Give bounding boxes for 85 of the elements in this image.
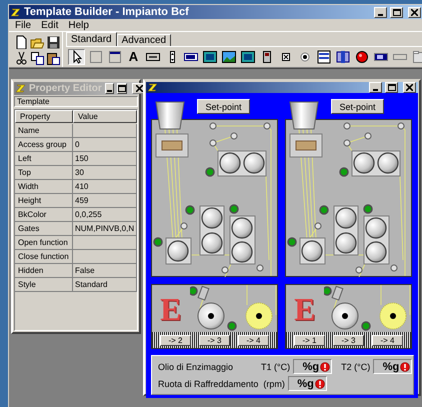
setpoint-button[interactable]: Set-point — [331, 99, 384, 114]
image-icon[interactable] — [239, 49, 256, 65]
alert-icon — [314, 378, 325, 388]
value-cell[interactable] — [73, 236, 137, 250]
property-value[interactable]: 150 — [73, 152, 137, 166]
object-name: Template — [14, 96, 138, 107]
property-name: Gates — [15, 222, 73, 236]
measure-label: Olio di Enzimaggio — [158, 362, 234, 372]
value-text: %g — [297, 378, 314, 390]
property-value[interactable]: False — [73, 264, 137, 278]
measure-label: Ruota di Raffreddamento — [158, 378, 260, 388]
column-header[interactable]: Value — [73, 110, 137, 123]
letter-label: E — [293, 290, 317, 328]
property-name: Top — [15, 166, 73, 180]
property-name: BkColor — [15, 208, 73, 222]
alert-icon — [400, 362, 410, 372]
window-title: Template Builder - Impianto Bcf — [24, 6, 190, 18]
property-name: Open function — [15, 236, 73, 250]
close-button[interactable] — [132, 83, 144, 94]
tab[interactable]: Advanced — [116, 34, 172, 47]
column-header[interactable]: Property — [15, 110, 73, 123]
property-name: Hidden — [15, 264, 73, 278]
maximize-button[interactable] — [385, 82, 398, 93]
slider-icon[interactable] — [334, 49, 351, 65]
value-cell[interactable] — [73, 124, 137, 138]
property-value[interactable]: 0,0,255 — [73, 208, 137, 222]
route-button[interactable]: -> 2 — [160, 334, 191, 346]
property-name: Width — [15, 180, 73, 194]
route-button[interactable]: -> 4 — [238, 334, 269, 346]
image-icon[interactable] — [201, 49, 218, 65]
close-button[interactable] — [408, 6, 421, 18]
unit-label: T1 (°C) — [261, 362, 290, 372]
property-value[interactable]: 0 — [73, 138, 137, 152]
property-name: Name — [15, 124, 73, 138]
property-name: Access group — [15, 138, 73, 152]
minimize-button[interactable] — [369, 82, 382, 93]
maximize-button[interactable] — [390, 6, 403, 18]
letter-label: E — [159, 290, 183, 328]
route-button[interactable]: -> 3 — [199, 334, 230, 346]
unit-label: (rpm) — [263, 378, 285, 388]
unit-label: T2 (°C) — [341, 362, 370, 372]
pointer-icon[interactable] — [68, 49, 85, 65]
property-name: Left — [15, 152, 73, 166]
list-icon[interactable] — [315, 49, 332, 65]
maximize-icon — [118, 85, 126, 92]
property-value[interactable]: 459 — [73, 194, 137, 208]
property-value[interactable]: NUM,PINVB,0,N — [73, 222, 137, 236]
tabs-icon[interactable] — [410, 49, 422, 65]
tab[interactable]: Standard — [66, 32, 117, 47]
maximize-icon — [388, 84, 396, 91]
close-icon — [406, 84, 413, 91]
route-button[interactable]: -> 1 — [294, 334, 325, 346]
landscape-icon[interactable] — [220, 49, 237, 65]
close-button[interactable] — [403, 82, 416, 93]
close-icon — [136, 85, 143, 92]
menu-item[interactable]: Edit — [37, 20, 62, 30]
menu-item[interactable]: Help — [64, 20, 93, 30]
property-name: Style — [15, 278, 73, 292]
close-icon — [411, 8, 418, 16]
window-icon[interactable] — [106, 49, 123, 65]
maximize-button[interactable] — [116, 83, 127, 94]
copy-icon[interactable] — [29, 51, 44, 65]
property-value[interactable]: Standard — [73, 278, 137, 292]
minimize-button[interactable] — [374, 6, 387, 18]
app-logo-icon — [148, 83, 158, 92]
property-value[interactable]: 30 — [73, 166, 137, 180]
alert-icon — [320, 362, 330, 372]
app-logo-icon — [16, 84, 26, 93]
value-text: %g — [382, 360, 400, 372]
minimize-button[interactable] — [104, 83, 114, 94]
app-logo-icon — [11, 8, 21, 16]
property-name: Close function — [15, 250, 73, 264]
value-cell[interactable] — [73, 250, 137, 264]
menu-item[interactable]: File — [11, 20, 36, 30]
property-name: Height — [15, 194, 73, 208]
text-tool-button[interactable]: A — [125, 49, 142, 65]
setpoint-button[interactable]: Set-point — [197, 99, 250, 114]
maximize-icon — [392, 8, 400, 16]
led-icon[interactable] — [353, 49, 370, 65]
route-button[interactable]: -> 3 — [333, 334, 364, 346]
property-value[interactable]: 410 — [73, 180, 137, 194]
paste-icon[interactable] — [45, 51, 60, 65]
route-button[interactable]: -> 4 — [372, 334, 403, 346]
value-text: %g — [302, 360, 320, 372]
save-icon[interactable] — [45, 35, 60, 49]
